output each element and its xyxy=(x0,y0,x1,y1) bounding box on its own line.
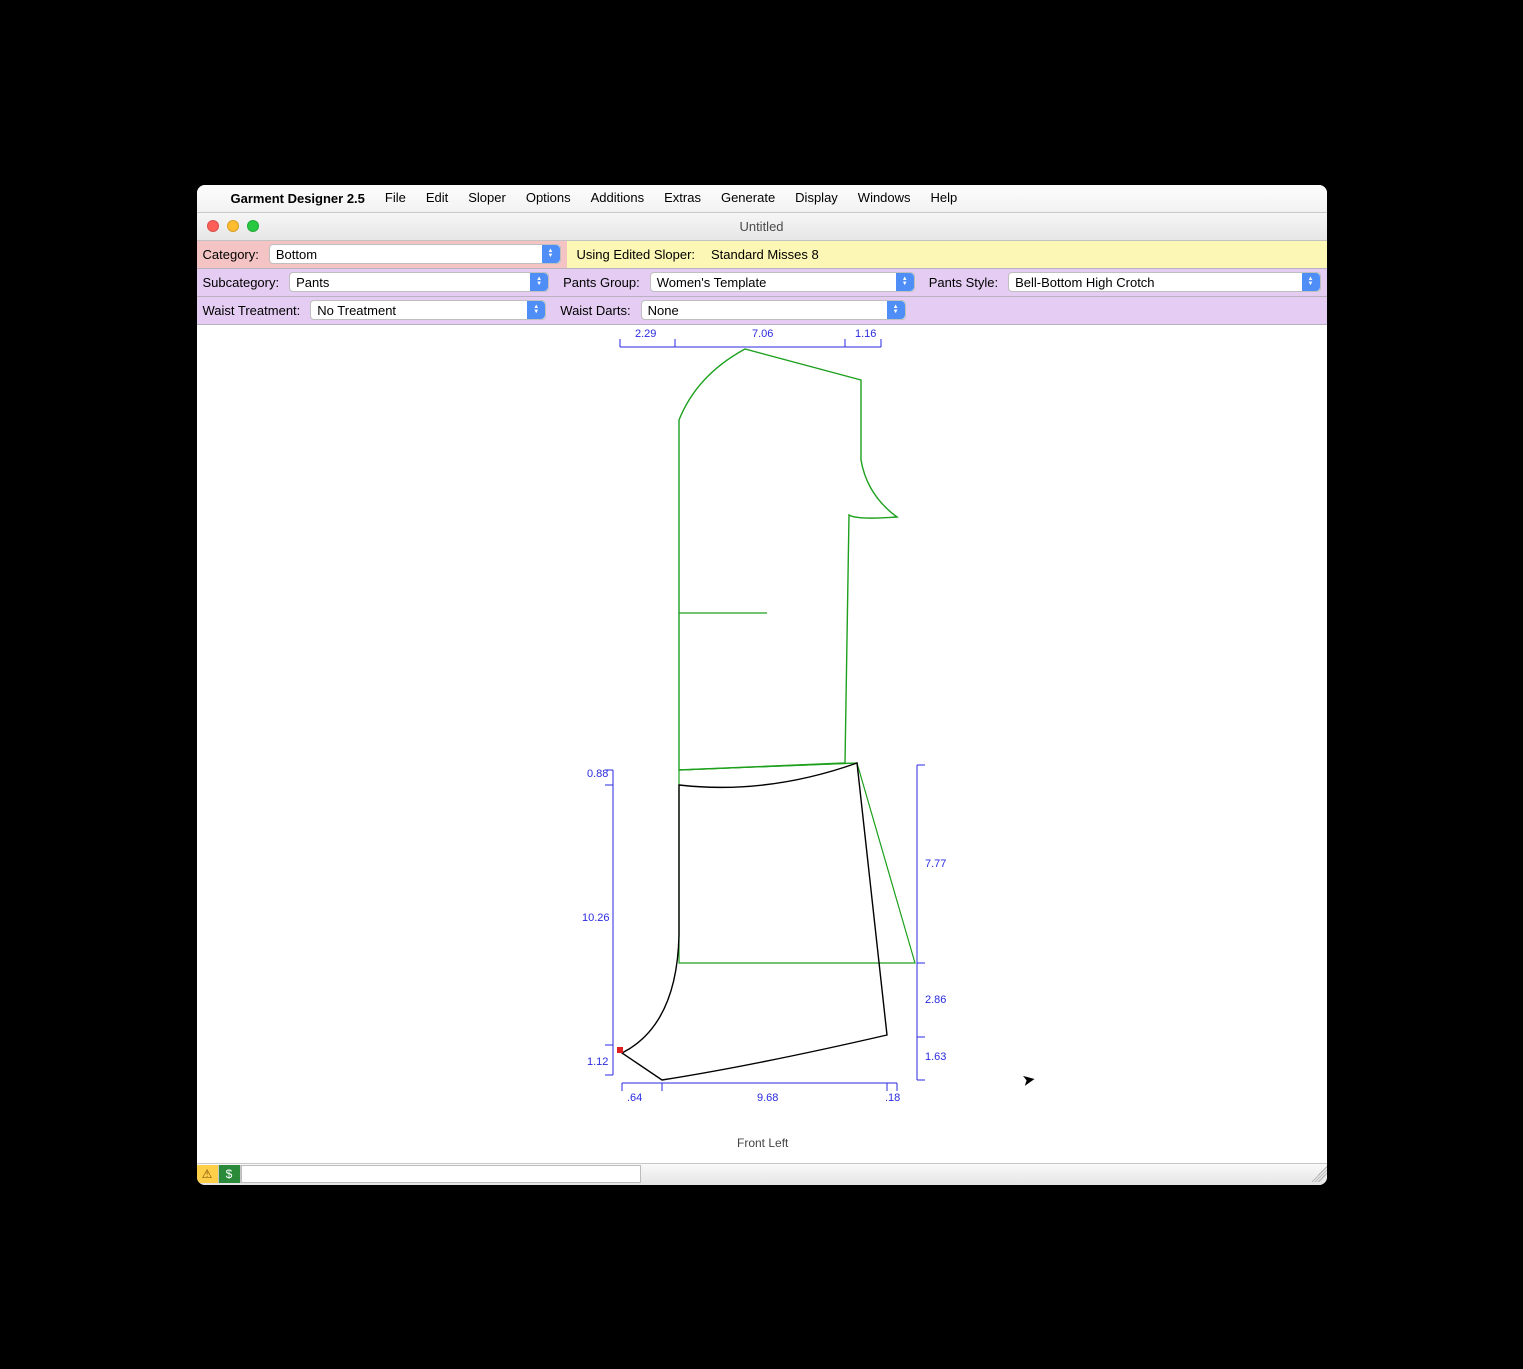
measure-bot-b: 9.68 xyxy=(757,1092,778,1104)
sloper-value: Standard Misses 8 xyxy=(711,247,819,262)
title-bar: Untitled xyxy=(197,213,1327,241)
chevron-updown-icon: ▲▼ xyxy=(1302,273,1320,291)
zoom-window-button[interactable] xyxy=(247,220,259,232)
waist-treatment-value: No Treatment xyxy=(317,303,396,318)
pants-group-label: Pants Group: xyxy=(563,275,644,290)
measure-right-c: 1.63 xyxy=(925,1051,946,1063)
sloper-info-row: Using Edited Sloper: Standard Misses 8 xyxy=(567,241,1327,269)
chevron-updown-icon: ▲▼ xyxy=(896,273,914,291)
menu-help[interactable]: Help xyxy=(921,185,968,213)
measure-top-b: 7.06 xyxy=(752,328,773,340)
pants-group-select[interactable]: Women's Template ▲▼ xyxy=(650,272,915,292)
menu-additions[interactable]: Additions xyxy=(581,185,654,213)
measure-top-a: 2.29 xyxy=(635,328,656,340)
measure-bot-c: .18 xyxy=(885,1092,900,1104)
menu-file[interactable]: File xyxy=(375,185,416,213)
menu-sloper[interactable]: Sloper xyxy=(458,185,516,213)
warning-icon[interactable]: ⚠ xyxy=(197,1165,219,1183)
menu-windows[interactable]: Windows xyxy=(848,185,921,213)
pattern-canvas[interactable]: 2.29 7.06 1.16 0.88 10.26 1.12 xyxy=(197,325,1327,1163)
close-window-button[interactable] xyxy=(207,220,219,232)
window-title: Untitled xyxy=(197,219,1327,234)
measure-right-b: 2.86 xyxy=(925,994,946,1006)
app-name[interactable]: Garment Designer 2.5 xyxy=(221,191,375,206)
subcategory-select[interactable]: Pants ▲▼ xyxy=(289,272,549,292)
waist-treatment-label: Waist Treatment: xyxy=(203,303,305,318)
measure-top-c: 1.16 xyxy=(855,328,876,340)
subcategory-value: Pants xyxy=(296,275,329,290)
category-select[interactable]: Bottom ▲▼ xyxy=(269,244,561,264)
sloper-label: Using Edited Sloper: xyxy=(577,247,700,262)
dollar-icon[interactable]: $ xyxy=(219,1165,241,1183)
pants-style-label: Pants Style: xyxy=(929,275,1002,290)
chevron-updown-icon: ▲▼ xyxy=(527,301,545,319)
minimize-window-button[interactable] xyxy=(227,220,239,232)
waist-treatment-select[interactable]: No Treatment ▲▼ xyxy=(310,300,546,320)
resize-grip-icon[interactable] xyxy=(1311,1166,1327,1182)
waist-row: Waist Treatment: No Treatment ▲▼ Waist D… xyxy=(197,297,1327,325)
category-row: Category: Bottom ▲▼ xyxy=(197,241,567,269)
menu-generate[interactable]: Generate xyxy=(711,185,785,213)
chevron-updown-icon: ▲▼ xyxy=(887,301,905,319)
pants-style-value: Bell-Bottom High Crotch xyxy=(1015,275,1154,290)
menu-display[interactable]: Display xyxy=(785,185,848,213)
chevron-updown-icon: ▲▼ xyxy=(530,273,548,291)
category-label: Category: xyxy=(203,247,263,262)
pattern-piece[interactable] xyxy=(622,763,887,1080)
app-window: Garment Designer 2.5 File Edit Sloper Op… xyxy=(197,185,1327,1185)
status-field[interactable] xyxy=(241,1165,641,1183)
measure-left-c: 1.12 xyxy=(587,1056,608,1068)
measure-right-a: 7.77 xyxy=(925,858,946,870)
pants-row: Subcategory: Pants ▲▼ Pants Group: Women… xyxy=(197,269,1327,297)
sloper-outline xyxy=(679,349,897,770)
control-point[interactable] xyxy=(617,1047,623,1053)
category-value: Bottom xyxy=(276,247,317,262)
menu-options[interactable]: Options xyxy=(516,185,581,213)
sloper-hip xyxy=(679,763,915,963)
chevron-updown-icon: ▲▼ xyxy=(542,245,560,263)
measure-left-b: 10.26 xyxy=(582,912,610,924)
measure-left-a: 0.88 xyxy=(587,768,608,780)
waist-darts-label: Waist Darts: xyxy=(560,303,634,318)
menu-edit[interactable]: Edit xyxy=(416,185,458,213)
pants-style-select[interactable]: Bell-Bottom High Crotch ▲▼ xyxy=(1008,272,1320,292)
measure-bot-a: .64 xyxy=(627,1092,642,1104)
status-bar: ⚠ $ xyxy=(197,1163,1327,1185)
menu-extras[interactable]: Extras xyxy=(654,185,711,213)
waist-darts-select[interactable]: None ▲▼ xyxy=(641,300,906,320)
cursor-icon: ➤ xyxy=(1020,1068,1037,1090)
section-label: Front Left xyxy=(737,1136,789,1150)
pants-group-value: Women's Template xyxy=(657,275,767,290)
menu-bar: Garment Designer 2.5 File Edit Sloper Op… xyxy=(197,185,1327,213)
waist-darts-value: None xyxy=(648,303,679,318)
subcategory-label: Subcategory: xyxy=(203,275,284,290)
